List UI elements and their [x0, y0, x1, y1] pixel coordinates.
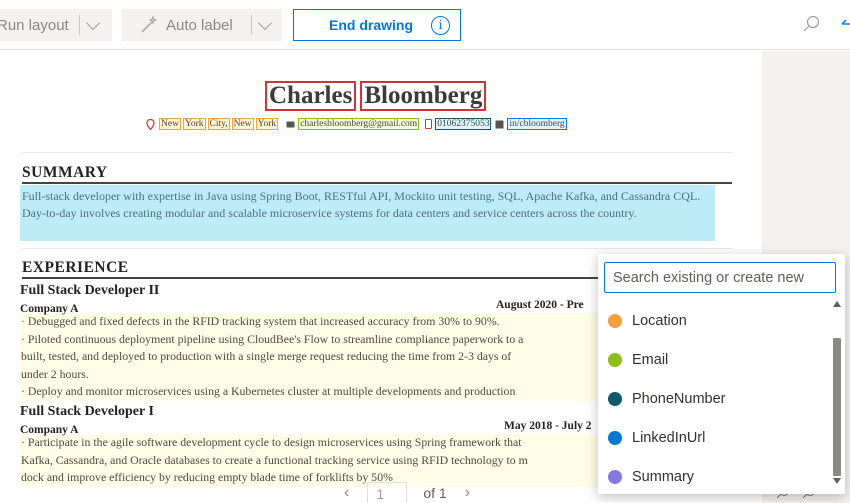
info-icon[interactable]: i [431, 15, 450, 35]
location-token[interactable]: York [255, 118, 279, 130]
job-date: August 2020 - Pre [496, 299, 584, 311]
label-option-email[interactable]: Email [598, 340, 830, 379]
divider [22, 182, 732, 184]
color-dot-icon [608, 430, 622, 445]
divider [22, 152, 732, 153]
search-icon[interactable] [802, 14, 822, 34]
linkedin-icon [495, 120, 504, 128]
label-option-location[interactable]: Location [598, 301, 830, 340]
company-name: Company A [20, 424, 79, 436]
toolbar: Run layout Auto label End drawing i [0, 0, 850, 50]
location-pin-icon [146, 118, 155, 130]
name-last-label[interactable]: Bloomberg [360, 81, 487, 111]
end-drawing-label: End drawing [329, 17, 413, 33]
color-dot-icon [608, 352, 622, 367]
magic-wand-icon [141, 16, 158, 33]
scroll-down-icon[interactable] [833, 478, 841, 484]
chevron-down-icon[interactable] [85, 15, 100, 30]
label-option-phonenumber[interactable]: PhoneNumber [598, 379, 830, 418]
label-option-text: LinkedInUrl [632, 429, 706, 446]
label-option-linkedinurl[interactable]: LinkedInUrl [598, 418, 830, 457]
label-option-text: Summary [632, 468, 695, 485]
mail-icon [286, 121, 295, 127]
pagination: ‹ 1 of 1 › [344, 482, 504, 503]
label-list: Location Email PhoneNumber LinkedInUrl S… [598, 301, 830, 496]
experience-heading: EXPERIENCE [22, 259, 129, 276]
linkedin-token[interactable]: in/cbloomberg [507, 118, 567, 130]
company-name: Company A [20, 303, 79, 315]
name-first-label[interactable]: Charles [265, 81, 357, 111]
run-layout-label: Run layout [0, 16, 69, 34]
next-page-button[interactable]: › [465, 484, 470, 502]
toolbar-divider [78, 15, 80, 35]
page-count-label: of 1 [423, 485, 447, 501]
color-dot-icon [608, 313, 622, 328]
label-picker-popup: Location Email PhoneNumber LinkedInUrl S… [598, 254, 845, 494]
auto-label-button[interactable]: Auto label [122, 9, 282, 41]
label-option-summary[interactable]: Summary [598, 457, 830, 496]
auto-label-label: Auto label [166, 16, 233, 34]
contact-line: New York City, New York charlesbloomberg… [146, 118, 567, 130]
run-layout-button[interactable]: Run layout [0, 9, 112, 41]
location-token[interactable]: City, [207, 118, 230, 130]
end-drawing-button[interactable]: End drawing i [293, 9, 461, 41]
color-dot-icon [608, 469, 622, 484]
email-token[interactable]: charlesbloomberg@gmail.com [298, 118, 420, 130]
candidate-name: Charles Bloomberg [265, 81, 487, 111]
label-search-input[interactable] [604, 262, 836, 293]
scroll-up-icon[interactable] [833, 301, 841, 307]
label-option-text: PhoneNumber [632, 390, 726, 407]
page-number-input[interactable]: 1 [367, 482, 408, 503]
location-token[interactable]: York [182, 118, 206, 130]
divider [22, 248, 732, 249]
location-token[interactable]: New [159, 118, 181, 130]
job-date: May 2018 - July 2 [504, 420, 592, 432]
scrollbar-thumb[interactable] [833, 338, 841, 476]
location-token[interactable]: New [231, 118, 254, 130]
summary-heading: SUMMARY [22, 164, 108, 181]
toolbar-divider [250, 15, 252, 35]
previous-page-button[interactable]: ‹ [344, 484, 349, 502]
color-dot-icon [608, 391, 622, 406]
popup-scrollbar[interactable] [831, 301, 843, 486]
arrow-icon[interactable] [840, 16, 850, 32]
phone-icon [425, 119, 433, 129]
summary-text[interactable]: Full-stack developer with expertise in J… [20, 185, 715, 241]
label-option-text: Location [632, 312, 687, 329]
label-option-text: Email [632, 351, 669, 368]
chevron-down-icon[interactable] [257, 15, 272, 30]
phone-token[interactable]: 01062375053 [435, 118, 492, 130]
